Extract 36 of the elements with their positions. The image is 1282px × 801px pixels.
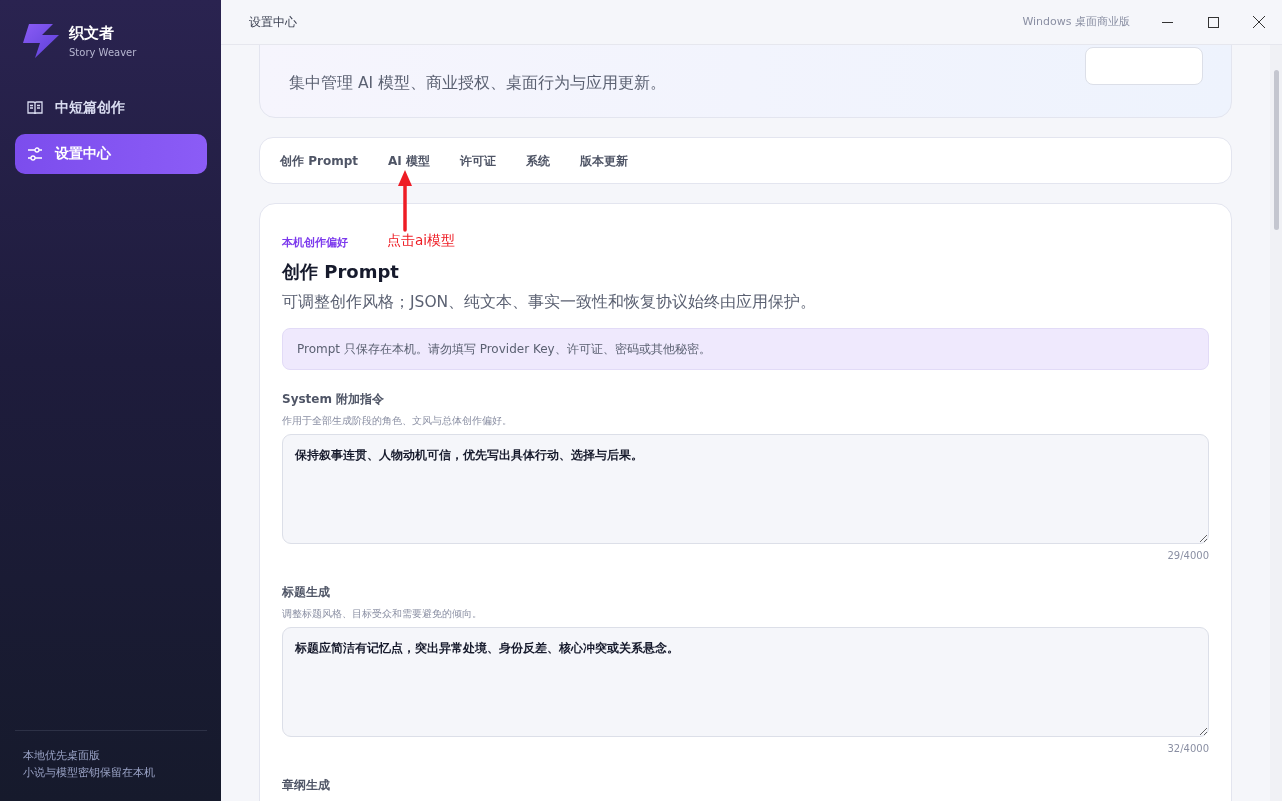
section-description: 可调整创作风格；JSON、纯文本、事实一致性和恢复协议始终由应用保护。 [282,291,818,313]
section-eyebrow: 本机创作偏好 [282,235,348,251]
sliders-icon [27,145,43,162]
sidebar-item[interactable]: 设置中心 [15,133,207,174]
sidebar-item[interactable]: 中短篇创作 [15,87,207,128]
book-icon [27,99,43,116]
back-button[interactable] [1085,47,1203,85]
tab[interactable]: AI 模型 [387,151,430,170]
tab[interactable]: 创作 Prompt [280,151,358,170]
tab[interactable]: 系统 [525,151,550,170]
app-subtitle: Story Weaver [69,45,137,60]
edition-label: Windows 桌面商业版 [1022,13,1130,30]
app-name: 织文者 [69,23,115,44]
field-hint: 作用于全部生成阶段的角色、文风与总体创作偏好。 [282,413,513,428]
maximize-icon [1207,16,1219,28]
prompt-textarea[interactable]: 标题应简洁有记忆点，突出异常处境、身份反差、核心冲突或关系悬念。 [282,626,1209,737]
window-title: 设置中心 [249,14,297,31]
section-title: 创作 Prompt [282,259,400,284]
page-subtitle: 集中管理 AI 模型、商业授权、桌面行为与应用更新。 [289,73,667,94]
prompt-textarea[interactable]: 保持叙事连贯、人物动机可信，优先写出具体行动、选择与后果。 [282,433,1209,544]
info-notice: Prompt 只保存在本机。请勿填写 Provider Key、许可证、密码或其他秘密。 [282,327,1209,370]
footer-note: 小说与模型密钥保留在本机 [23,765,156,780]
tab[interactable]: 许可证 [459,151,496,170]
field-label: System 附加指令 [282,390,386,408]
scrollbar[interactable] [1270,45,1282,801]
char-count: 29/4000 [1166,548,1209,563]
tab[interactable]: 版本更新 [579,151,628,170]
close-icon [1253,16,1265,28]
field-hint: 调整标题风格、目标受众和需要避免的倾向。 [282,606,483,621]
lightning-logo-icon [23,23,59,58]
annotation-arrow [398,170,412,232]
char-count: 32/4000 [1166,741,1209,756]
field-label: 章纲生成 [282,776,331,794]
footer-note: 本地优先桌面版 [23,748,101,763]
annotation-text: 点击ai模型 [387,231,456,250]
field-label: 标题生成 [282,583,331,601]
